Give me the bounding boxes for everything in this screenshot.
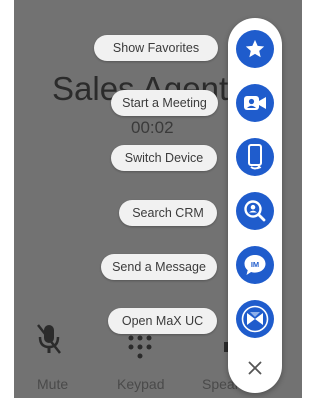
im-message-icon[interactable]: IM (236, 246, 274, 284)
max-uc-icon[interactable] (236, 300, 274, 338)
meeting-icon[interactable] (236, 84, 274, 122)
search-crm-icon[interactable] (236, 192, 274, 230)
search-crm-button[interactable]: Search CRM (119, 200, 217, 226)
svg-text:IM: IM (251, 260, 259, 269)
keypad-icon[interactable] (127, 334, 153, 360)
show-favorites-button[interactable]: Show Favorites (94, 35, 218, 61)
send-message-button[interactable]: Send a Message (101, 254, 217, 280)
close-icon[interactable] (245, 358, 265, 378)
switch-device-icon[interactable] (236, 138, 274, 176)
star-icon[interactable] (236, 30, 274, 68)
call-timer: 00:02 (131, 118, 174, 137)
keypad-label: Keypad (117, 376, 165, 392)
switch-device-button[interactable]: Switch Device (111, 145, 217, 171)
mute-icon[interactable] (36, 322, 62, 356)
mute-label: Mute (37, 376, 69, 392)
open-max-uc-button[interactable]: Open MaX UC (108, 308, 217, 334)
start-meeting-button[interactable]: Start a Meeting (111, 90, 218, 116)
